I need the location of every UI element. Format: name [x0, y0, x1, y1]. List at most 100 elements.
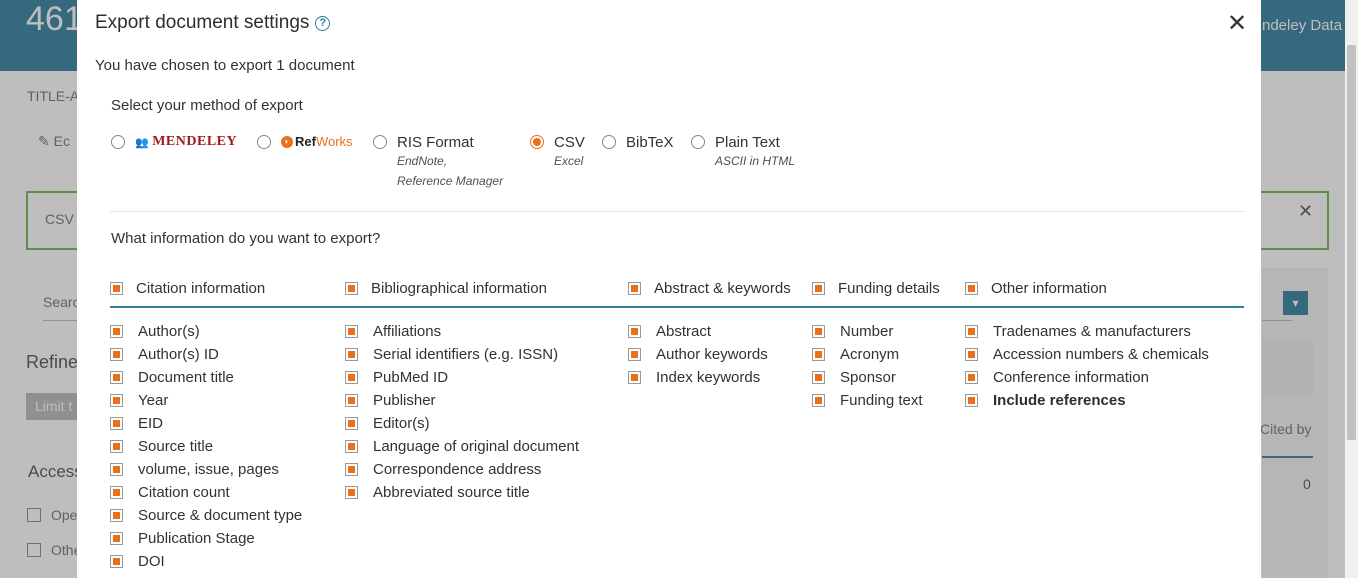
checkbox[interactable]: [110, 509, 123, 522]
method-option-refworks[interactable]: ◐ Ref Works: [257, 134, 353, 149]
csv-radio[interactable]: [530, 135, 544, 149]
checkbox[interactable]: [110, 440, 123, 453]
option-language[interactable]: Language of original document: [345, 435, 579, 458]
checkbox[interactable]: [812, 371, 825, 384]
option-tradenames-manufacturers[interactable]: Tradenames & manufacturers: [965, 320, 1209, 343]
option-abstract[interactable]: Abstract: [628, 320, 768, 343]
checkbox[interactable]: [965, 394, 978, 407]
method-option-bibtex[interactable]: BibTeX: [602, 134, 674, 151]
method-option-mendeley[interactable]: 👥 MENDELEY: [111, 134, 237, 150]
option-serial-identifiers[interactable]: Serial identifiers (e.g. ISSN): [345, 343, 579, 366]
checkbox[interactable]: [965, 348, 978, 361]
option-label: DOI: [138, 553, 165, 570]
group-abstract-keywords[interactable]: Abstract & keywords: [628, 280, 791, 297]
checkbox[interactable]: [965, 325, 978, 338]
refworks-radio[interactable]: [257, 135, 271, 149]
option-label: Language of original document: [373, 438, 579, 455]
bibtex-label: BibTeX: [626, 134, 674, 151]
checkbox[interactable]: [110, 417, 123, 430]
checkbox[interactable]: [110, 325, 123, 338]
option-label: Affiliations: [373, 323, 442, 340]
option-author-keywords[interactable]: Author keywords: [628, 343, 768, 366]
option-doi[interactable]: DOI: [110, 550, 302, 573]
checkbox[interactable]: [110, 371, 123, 384]
checkbox[interactable]: [345, 394, 358, 407]
option-label: Document title: [138, 369, 234, 386]
option-number[interactable]: Number: [812, 320, 923, 343]
checkbox[interactable]: [345, 486, 358, 499]
checkbox[interactable]: [812, 394, 825, 407]
group-header-divider: [110, 306, 1244, 308]
method-option-ris[interactable]: RIS Format EndNote, Reference Manager: [373, 134, 503, 191]
method-option-plain-text[interactable]: Plain Text ASCII in HTML: [691, 134, 795, 171]
option-correspondence-address[interactable]: Correspondence address: [345, 458, 579, 481]
option-editors[interactable]: Editor(s): [345, 412, 579, 435]
checkbox[interactable]: [345, 417, 358, 430]
option-accession-numbers-chemicals[interactable]: Accession numbers & chemicals: [965, 343, 1209, 366]
option-volume-issue-pages[interactable]: volume, issue, pages: [110, 458, 302, 481]
option-publisher[interactable]: Publisher: [345, 389, 579, 412]
option-sponsor[interactable]: Sponsor: [812, 366, 923, 389]
group-checkbox[interactable]: [110, 282, 123, 295]
option-affiliations[interactable]: Affiliations: [345, 320, 579, 343]
group-label: Citation information: [136, 280, 266, 297]
plain-text-label: Plain Text: [715, 134, 780, 151]
option-label: Index keywords: [656, 369, 761, 386]
help-icon[interactable]: ?: [315, 15, 331, 31]
group-other-information[interactable]: Other information: [965, 280, 1107, 297]
group-funding-details[interactable]: Funding details: [812, 280, 940, 297]
option-abbreviated-source-title[interactable]: Abbreviated source title: [345, 481, 579, 504]
option-source-document-type[interactable]: Source & document type: [110, 504, 302, 527]
option-label: EID: [138, 415, 164, 432]
option-document-title[interactable]: Document title: [110, 366, 302, 389]
option-author-ids[interactable]: Author(s) ID: [110, 343, 302, 366]
ris-sub-refmanager: Reference Manager: [397, 174, 504, 188]
option-index-keywords[interactable]: Index keywords: [628, 366, 768, 389]
checkbox[interactable]: [110, 348, 123, 361]
option-include-references[interactable]: Include references: [965, 389, 1209, 412]
checkbox[interactable]: [110, 555, 123, 568]
option-conference-information[interactable]: Conference information: [965, 366, 1209, 389]
option-citation-count[interactable]: Citation count: [110, 481, 302, 504]
group-checkbox[interactable]: [345, 282, 358, 295]
checkbox[interactable]: [965, 371, 978, 384]
checkbox[interactable]: [345, 440, 358, 453]
scrollbar-thumb[interactable]: [1347, 45, 1356, 440]
checkbox[interactable]: [110, 486, 123, 499]
checkbox[interactable]: [345, 463, 358, 476]
plain-text-sub-ascii: ASCII in HTML: [715, 154, 796, 168]
checkbox[interactable]: [110, 394, 123, 407]
checkbox[interactable]: [812, 348, 825, 361]
checkbox[interactable]: [345, 325, 358, 338]
close-icon[interactable]: ✕: [1227, 9, 1247, 38]
method-option-csv[interactable]: CSV Excel: [530, 134, 585, 171]
mendeley-radio[interactable]: [111, 135, 125, 149]
group-citation-information[interactable]: Citation information: [110, 280, 265, 297]
option-year[interactable]: Year: [110, 389, 302, 412]
option-publication-stage[interactable]: Publication Stage: [110, 527, 302, 550]
option-source-title[interactable]: Source title: [110, 435, 302, 458]
option-eid[interactable]: EID: [110, 412, 302, 435]
option-acronym[interactable]: Acronym: [812, 343, 923, 366]
checkbox[interactable]: [812, 325, 825, 338]
ris-radio[interactable]: [373, 135, 387, 149]
checkbox[interactable]: [345, 371, 358, 384]
option-label: Author(s): [138, 323, 200, 340]
option-authors[interactable]: Author(s): [110, 320, 302, 343]
group-checkbox[interactable]: [965, 282, 978, 295]
plain-text-radio[interactable]: [691, 135, 705, 149]
bibtex-radio[interactable]: [602, 135, 616, 149]
option-funding-text[interactable]: Funding text: [812, 389, 923, 412]
ris-sub-endnote: EndNote,: [397, 154, 448, 168]
checkbox[interactable]: [628, 348, 641, 361]
checkbox[interactable]: [628, 371, 641, 384]
group-checkbox[interactable]: [812, 282, 825, 295]
checkbox[interactable]: [628, 325, 641, 338]
option-pubmed-id[interactable]: PubMed ID: [345, 366, 579, 389]
group-checkbox[interactable]: [628, 282, 641, 295]
option-label: Conference information: [993, 369, 1149, 386]
checkbox[interactable]: [345, 348, 358, 361]
checkbox[interactable]: [110, 463, 123, 476]
checkbox[interactable]: [110, 532, 123, 545]
group-bibliographical-information[interactable]: Bibliographical information: [345, 280, 547, 297]
